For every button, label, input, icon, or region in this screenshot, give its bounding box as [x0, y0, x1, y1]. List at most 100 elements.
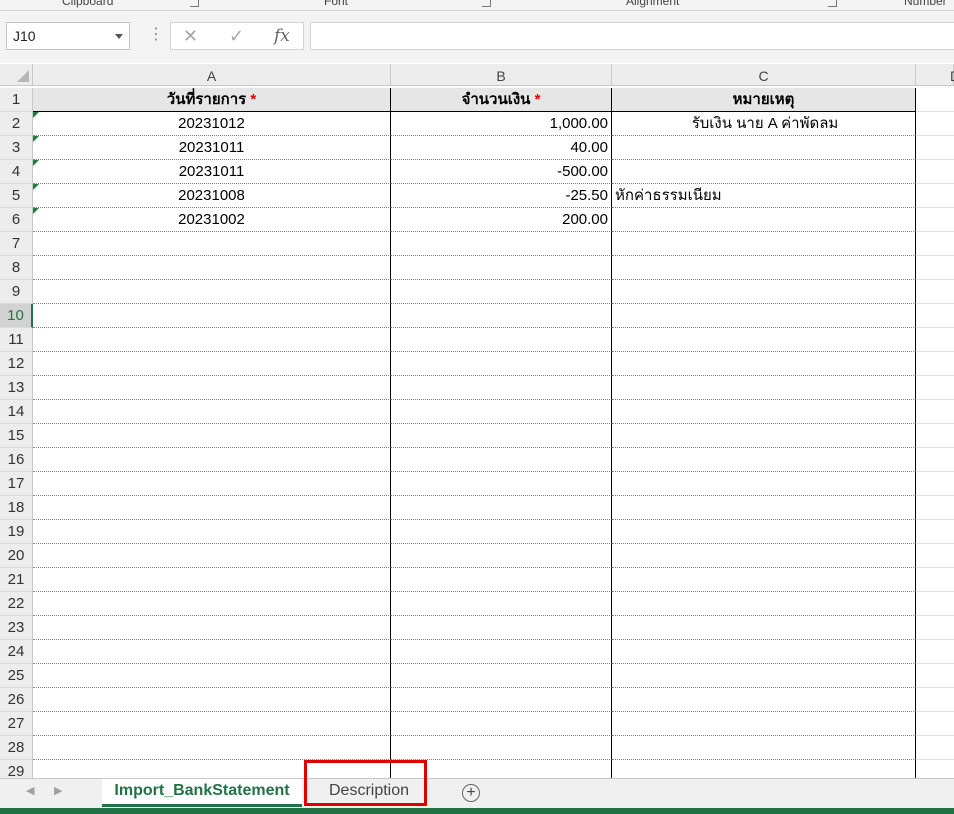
- cell-c23[interactable]: [612, 616, 916, 640]
- row-header-4[interactable]: 4: [0, 160, 33, 184]
- cell-a22[interactable]: [33, 592, 391, 616]
- cell-c25[interactable]: [612, 664, 916, 688]
- cell-b6[interactable]: 200.00: [391, 208, 612, 232]
- cancel-icon[interactable]: ✕: [183, 25, 198, 47]
- row-header-22[interactable]: 22: [0, 592, 33, 616]
- row-header-15[interactable]: 15: [0, 424, 33, 448]
- cell-c14[interactable]: [612, 400, 916, 424]
- cell-b9[interactable]: [391, 280, 612, 304]
- cell-d22[interactable]: [916, 592, 954, 616]
- cell-b12[interactable]: [391, 352, 612, 376]
- cell-d9[interactable]: [916, 280, 954, 304]
- cell-d11[interactable]: [916, 328, 954, 352]
- dialog-launcher-icon[interactable]: [482, 0, 491, 7]
- tab-import-bankstatement[interactable]: Import_BankStatement: [102, 779, 302, 807]
- cell-a10[interactable]: [33, 304, 391, 328]
- cell-b14[interactable]: [391, 400, 612, 424]
- formula-input[interactable]: [310, 22, 954, 50]
- cell-c4[interactable]: [612, 160, 916, 184]
- cell-c27[interactable]: [612, 712, 916, 736]
- cell-a13[interactable]: [33, 376, 391, 400]
- cell-b17[interactable]: [391, 472, 612, 496]
- cell-a12[interactable]: [33, 352, 391, 376]
- cell-d24[interactable]: [916, 640, 954, 664]
- cell-c19[interactable]: [612, 520, 916, 544]
- cell-c22[interactable]: [612, 592, 916, 616]
- row-header-16[interactable]: 16: [0, 448, 33, 472]
- cell-b3[interactable]: 40.00: [391, 136, 612, 160]
- cell-d19[interactable]: [916, 520, 954, 544]
- cell-a20[interactable]: [33, 544, 391, 568]
- row-header-27[interactable]: 27: [0, 712, 33, 736]
- cell-c29[interactable]: [612, 760, 916, 778]
- row-header-24[interactable]: 24: [0, 640, 33, 664]
- row-header-23[interactable]: 23: [0, 616, 33, 640]
- cell-b10[interactable]: [391, 304, 612, 328]
- cell-d2[interactable]: [916, 112, 954, 136]
- cell-c9[interactable]: [612, 280, 916, 304]
- enter-icon[interactable]: ✓: [229, 25, 244, 47]
- cell-c20[interactable]: [612, 544, 916, 568]
- cell-b11[interactable]: [391, 328, 612, 352]
- cell-d8[interactable]: [916, 256, 954, 280]
- cell-d15[interactable]: [916, 424, 954, 448]
- insert-function-icon[interactable]: fx: [274, 24, 290, 48]
- cell-d23[interactable]: [916, 616, 954, 640]
- cell-d18[interactable]: [916, 496, 954, 520]
- row-header-1[interactable]: 1: [0, 88, 33, 112]
- cell-c5[interactable]: หักค่าธรรมเนียม: [612, 184, 916, 208]
- cell-d7[interactable]: [916, 232, 954, 256]
- cell-a18[interactable]: [33, 496, 391, 520]
- cell-d3[interactable]: [916, 136, 954, 160]
- cell-b8[interactable]: [391, 256, 612, 280]
- cell-d25[interactable]: [916, 664, 954, 688]
- cell-b24[interactable]: [391, 640, 612, 664]
- cell-c12[interactable]: [612, 352, 916, 376]
- select-all-corner[interactable]: [0, 64, 33, 86]
- row-header-19[interactable]: 19: [0, 520, 33, 544]
- cell-b5[interactable]: -25.50: [391, 184, 612, 208]
- cell-c21[interactable]: [612, 568, 916, 592]
- cell-d27[interactable]: [916, 712, 954, 736]
- row-header-7[interactable]: 7: [0, 232, 33, 256]
- cell-d29[interactable]: [916, 760, 954, 778]
- scroll-left-icon[interactable]: ◀: [26, 784, 34, 797]
- cell-a24[interactable]: [33, 640, 391, 664]
- cell-a14[interactable]: [33, 400, 391, 424]
- cell-a6[interactable]: 20231002: [33, 208, 391, 232]
- cell-d13[interactable]: [916, 376, 954, 400]
- row-header-5[interactable]: 5: [0, 184, 33, 208]
- cell-b18[interactable]: [391, 496, 612, 520]
- row-header-18[interactable]: 18: [0, 496, 33, 520]
- row-header-13[interactable]: 13: [0, 376, 33, 400]
- cell-d14[interactable]: [916, 400, 954, 424]
- cell-c3[interactable]: [612, 136, 916, 160]
- cell-a21[interactable]: [33, 568, 391, 592]
- cell-c1[interactable]: หมายเหตุ: [612, 88, 916, 112]
- cell-b25[interactable]: [391, 664, 612, 688]
- cell-d28[interactable]: [916, 736, 954, 760]
- chevron-down-icon[interactable]: [115, 34, 123, 39]
- cell-d16[interactable]: [916, 448, 954, 472]
- cell-a4[interactable]: 20231011: [33, 160, 391, 184]
- cell-c7[interactable]: [612, 232, 916, 256]
- cell-c28[interactable]: [612, 736, 916, 760]
- cell-c13[interactable]: [612, 376, 916, 400]
- cell-a28[interactable]: [33, 736, 391, 760]
- cell-c6[interactable]: [612, 208, 916, 232]
- dialog-launcher-icon[interactable]: [190, 0, 199, 7]
- cell-d21[interactable]: [916, 568, 954, 592]
- add-sheet-icon[interactable]: +: [462, 784, 480, 802]
- cell-d1[interactable]: [916, 88, 954, 112]
- column-header-d[interactable]: D: [916, 64, 954, 86]
- cell-b2[interactable]: 1,000.00: [391, 112, 612, 136]
- cell-a8[interactable]: [33, 256, 391, 280]
- cell-b26[interactable]: [391, 688, 612, 712]
- cell-b23[interactable]: [391, 616, 612, 640]
- cell-c26[interactable]: [612, 688, 916, 712]
- cell-a15[interactable]: [33, 424, 391, 448]
- cell-c24[interactable]: [612, 640, 916, 664]
- more-options-icon[interactable]: ⋮: [148, 25, 164, 45]
- cell-b27[interactable]: [391, 712, 612, 736]
- column-header-c[interactable]: C: [612, 64, 916, 86]
